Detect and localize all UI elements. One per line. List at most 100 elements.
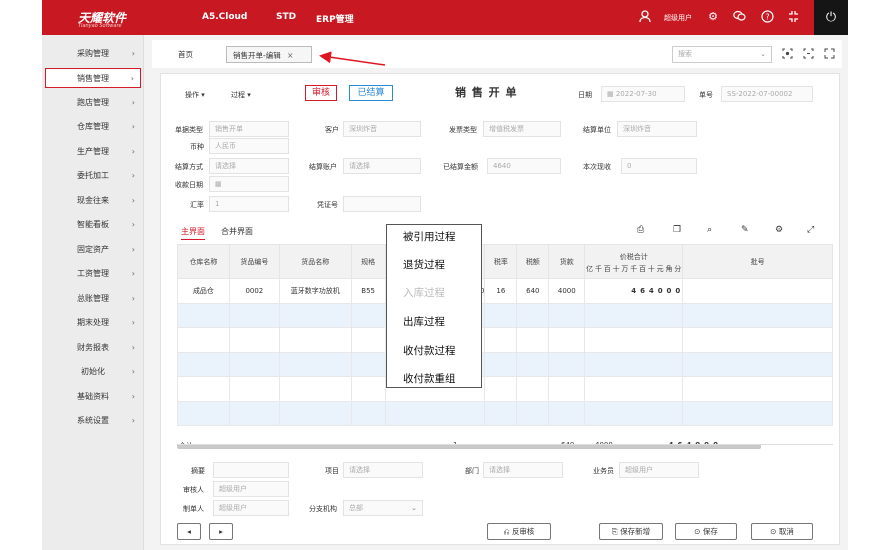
auditor-label: 审核人: [183, 486, 204, 494]
col-tax-rate[interactable]: 税率: [484, 244, 518, 279]
settle-method-label: 结算方式: [175, 163, 203, 171]
cell[interactable]: 0002: [228, 278, 280, 304]
subtab-merge[interactable]: 合并界面: [221, 226, 253, 237]
next-button[interactable]: ▸: [209, 523, 233, 540]
table-row[interactable]: [177, 302, 833, 328]
customer-field[interactable]: 深圳炸音: [343, 121, 421, 137]
cell[interactable]: 4000: [548, 278, 586, 304]
receive-date-field[interactable]: ▦: [209, 176, 289, 192]
dept-label: 部门: [465, 467, 479, 475]
cancel-icon: ⊙: [770, 527, 779, 536]
audit-stamp: 审核: [305, 85, 337, 101]
col-total[interactable]: 价税合计 亿千百十万千百十元角分: [584, 244, 684, 279]
current-received-label: 本次现收: [583, 163, 611, 171]
settle-unit-field[interactable]: 深圳炸音: [617, 121, 697, 137]
calendar-icon: ▦: [607, 90, 616, 98]
invoice-type-field[interactable]: 增值税发票: [483, 121, 561, 137]
customer-label: 客户: [325, 126, 339, 134]
sales-order-panel: 操作 ▾ 过程 ▾ 审核 已结算 销 售 开 单 日期 ▦ 2022-07-30…: [160, 73, 840, 545]
creator-field: 超级用户: [213, 500, 289, 516]
check-icon: ⊙: [694, 527, 703, 536]
cell[interactable]: 蓝牙数字功放机: [278, 278, 352, 304]
undo-icon: ⎌: [503, 527, 512, 536]
gear-icon[interactable]: ⚙: [775, 225, 783, 235]
process-dropdown-menu: 被引用过程 退货过程 入库过程 出库过程 收付款过程 收付款重组: [386, 224, 482, 388]
branch-label: 分支机构: [309, 505, 337, 513]
col-warehouse[interactable]: 仓库名称: [177, 244, 230, 279]
chevron-down-icon: ⌄: [411, 504, 417, 512]
unaudit-button[interactable]: ⎌ 反审核: [487, 523, 551, 540]
col-tax[interactable]: 税额: [516, 244, 550, 279]
current-received-field[interactable]: 0: [621, 158, 697, 174]
project-label: 项目: [325, 467, 339, 475]
print-icon[interactable]: ⎙: [637, 225, 644, 235]
order-no-field[interactable]: SS-2022-07-00002: [721, 86, 813, 102]
date-label: 日期: [578, 91, 592, 99]
auditor-field: 超级用户: [213, 481, 289, 497]
currency-label: 币种: [190, 143, 204, 151]
col-name[interactable]: 货品名称: [278, 244, 352, 279]
menu-item-outbound[interactable]: 出库过程: [403, 314, 445, 329]
col-code[interactable]: 货品编号: [228, 244, 280, 279]
settle-method-field[interactable]: 请选择: [209, 158, 289, 174]
order-no-label: 单号: [699, 91, 713, 99]
operate-dropdown[interactable]: 操作 ▾: [185, 90, 205, 100]
cancel-button[interactable]: ⊙ 取消: [751, 523, 813, 540]
voucher-label: 凭证号: [317, 201, 338, 209]
table-row[interactable]: [177, 327, 833, 353]
settled-amount-label: 已结算金额: [443, 163, 478, 171]
save-new-button[interactable]: ⎘ 保存新增: [599, 523, 663, 540]
doc-type-field[interactable]: 销售开单: [209, 121, 289, 137]
menu-item-inbound: 入库过程: [403, 287, 445, 299]
calendar-icon: ▦: [215, 180, 222, 188]
settle-unit-label: 结算单位: [583, 126, 611, 134]
voucher-field[interactable]: [343, 196, 421, 212]
divider: [177, 444, 833, 445]
currency-field[interactable]: 人民币: [209, 138, 289, 154]
col-amount[interactable]: 货款: [548, 244, 586, 279]
cell[interactable]: 成品仓: [177, 278, 230, 304]
menu-item-payment[interactable]: 收付款过程: [403, 343, 456, 358]
prev-button[interactable]: ◂: [177, 523, 201, 540]
salesman-field[interactable]: 超级用户: [619, 462, 699, 478]
settle-account-field[interactable]: 请选择: [343, 158, 421, 174]
project-field[interactable]: 请选择: [343, 462, 423, 478]
cell[interactable]: 640: [516, 278, 550, 304]
subtab-main[interactable]: 主界面: [181, 226, 205, 240]
menu-item-referenced[interactable]: 被引用过程: [403, 229, 456, 244]
cell[interactable]: 16: [484, 278, 518, 304]
cell[interactable]: B55: [350, 278, 386, 304]
copy-icon[interactable]: ❐: [673, 225, 681, 235]
grid-header-row: 仓库名称 货品编号 货品名称 规格 税率 税额 货款 价税合计 亿千百十万千百十…: [177, 244, 833, 279]
rate-field[interactable]: 1: [209, 196, 289, 212]
attach-icon[interactable]: ✎: [741, 225, 749, 235]
save-button[interactable]: ⊙ 保存: [675, 523, 737, 540]
settle-account-label: 结算账户: [309, 163, 337, 171]
process-dropdown[interactable]: 过程 ▾: [231, 90, 251, 100]
branch-field[interactable]: 总部 ⌄: [343, 500, 423, 516]
table-row[interactable]: 成品仓 0002 蓝牙数字功放机 B55 000 16 640 4000 464…: [177, 278, 833, 304]
table-row[interactable]: [177, 376, 833, 402]
cell[interactable]: [682, 278, 833, 304]
date-field[interactable]: ▦ 2022-07-30: [601, 86, 685, 102]
settled-stamp: 已结算: [349, 85, 393, 101]
settled-amount-field: 4640: [487, 158, 561, 174]
salesman-label: 业务员: [593, 467, 614, 475]
receive-date-label: 收款日期: [175, 181, 203, 189]
col-batch[interactable]: 批号: [682, 244, 833, 279]
creator-label: 制单人: [183, 505, 204, 513]
zoom-icon[interactable]: ⌕: [707, 225, 712, 235]
table-row[interactable]: [177, 351, 833, 377]
save-new-icon: ⎘: [611, 527, 621, 536]
page-title: 销 售 开 单: [455, 86, 518, 99]
menu-item-return[interactable]: 退货过程: [403, 257, 445, 272]
summary-field[interactable]: [213, 462, 289, 478]
cell-total[interactable]: 464000: [584, 278, 684, 304]
table-row[interactable]: [177, 400, 833, 426]
detail-grid: 仓库名称 货品编号 货品名称 规格 税率 税额 货款 价税合计 亿千百十万千百十…: [177, 244, 833, 454]
doc-type-label: 单据类型: [175, 126, 203, 134]
col-spec[interactable]: 规格: [350, 244, 386, 279]
dept-field[interactable]: 请选择: [483, 462, 563, 478]
resize-icon[interactable]: ⤢: [807, 225, 814, 235]
menu-item-payment-regroup[interactable]: 收付款重组: [403, 371, 456, 386]
